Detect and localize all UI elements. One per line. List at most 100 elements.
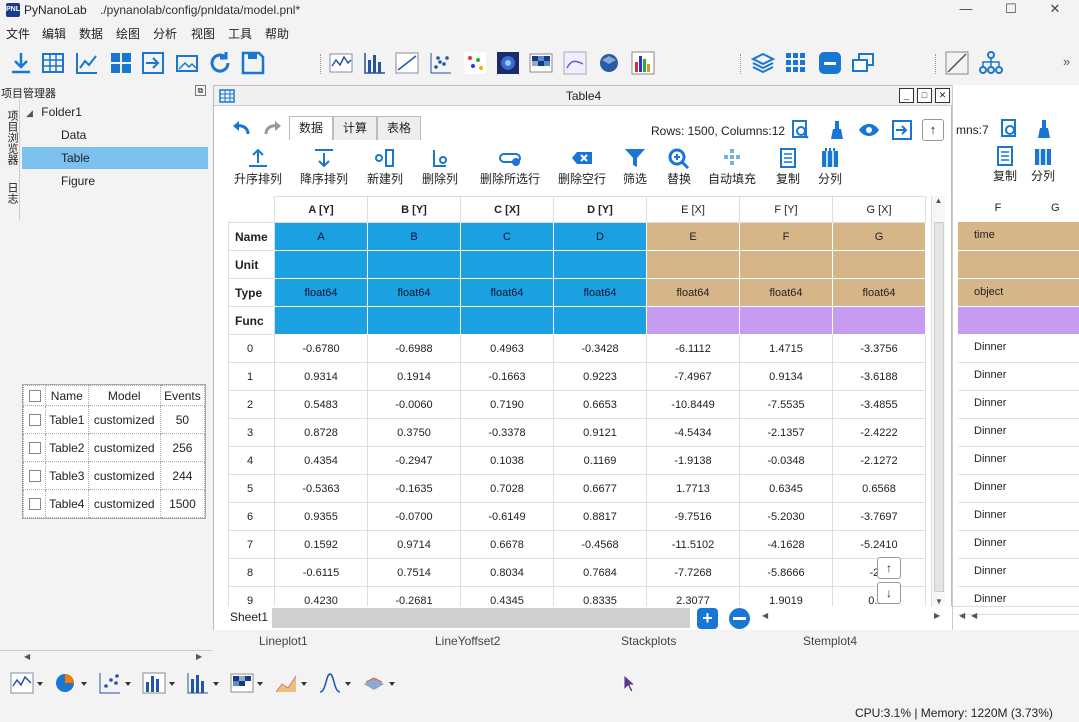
delete-selected-rows-button[interactable]: 删除所选行: [473, 146, 547, 187]
data-cell[interactable]: -0.4568: [553, 530, 647, 559]
unit-cell[interactable]: [367, 250, 461, 279]
menu-file[interactable]: 文件: [6, 25, 30, 42]
tab-log[interactable]: 日志: [4, 182, 18, 204]
menu-edit[interactable]: 编辑: [42, 25, 66, 42]
contour-icon[interactable]: [495, 50, 521, 76]
data-cell[interactable]: 0.9714: [367, 530, 461, 559]
scroll-up-arrow-icon[interactable]: ▲: [932, 196, 945, 205]
data-cell[interactable]: 0.6345: [739, 474, 833, 503]
scatter-dropdown-icon[interactable]: [98, 670, 132, 696]
data-cell[interactable]: -2.1272: [832, 446, 926, 475]
table-row[interactable]: 6 0.9355 -0.0700 -0.6149 0.8817 -9.7516 -5.203…: [228, 502, 926, 531]
data-cell[interactable]: -0.2947: [367, 446, 461, 475]
import-icon[interactable]: [8, 50, 34, 76]
layout-icon[interactable]: [108, 50, 134, 76]
col-header-e[interactable]: E [X]: [646, 196, 740, 223]
split-column-button[interactable]: 分列: [1023, 145, 1063, 184]
name-cell[interactable]: time: [958, 222, 1079, 250]
new-column-button[interactable]: 新建列: [355, 146, 415, 187]
sheet-tab[interactable]: Sheet1: [230, 610, 268, 624]
3d-dropdown-icon[interactable]: [362, 670, 396, 696]
area-dropdown-icon[interactable]: [274, 670, 308, 696]
col-header-a[interactable]: A [Y]: [274, 196, 368, 223]
tab-project-browser[interactable]: 项目浏览器: [4, 110, 18, 165]
data-cell[interactable]: 0.1169: [553, 446, 647, 475]
scroll-left-arrow-icon[interactable]: ◀: [959, 611, 965, 620]
data-cell[interactable]: -3.6188: [832, 362, 926, 391]
vertical-scrollbar[interactable]: ▲ ▼: [931, 196, 945, 606]
visibility-eye-icon[interactable]: [858, 122, 880, 138]
col-header-c[interactable]: C [X]: [460, 196, 554, 223]
data-cell[interactable]: 0.5483: [274, 390, 368, 419]
window-tab-stackplots[interactable]: Stackplots: [621, 634, 676, 648]
col-header-f[interactable]: F: [958, 202, 1038, 214]
search-table-icon[interactable]: [792, 120, 810, 140]
data-cell[interactable]: 0.8034: [460, 558, 554, 587]
scroll-left-arrow-icon[interactable]: ◀: [24, 652, 30, 661]
histogram-dropdown-icon[interactable]: [186, 670, 220, 696]
menu-plot[interactable]: 绘图: [116, 25, 140, 42]
data-cell[interactable]: -3.7697: [832, 502, 926, 531]
row-checkbox[interactable]: [28, 442, 41, 455]
histogram-icon[interactable]: [630, 50, 656, 76]
data-cell[interactable]: Dinner: [958, 559, 1079, 587]
unit-cell[interactable]: [274, 250, 368, 279]
data-cell[interactable]: -0.1635: [367, 474, 461, 503]
minus-box-icon[interactable]: [817, 50, 843, 76]
row-checkbox[interactable]: [28, 470, 41, 483]
col-header-f[interactable]: F [Y]: [739, 196, 833, 223]
tab-data[interactable]: 数据: [289, 116, 333, 140]
restore-windows-icon[interactable]: [850, 50, 876, 76]
remove-sheet-button[interactable]: [729, 608, 750, 629]
table-row[interactable]: 5 -0.5363 -0.1635 0.7028 0.6677 1.7713 0.6345 0…: [228, 474, 926, 503]
table-row[interactable]: 7 0.1592 0.9714 0.6678 -0.4568 -11.5102 -4.162…: [228, 530, 926, 559]
data-cell[interactable]: Dinner: [958, 531, 1079, 559]
data-cell[interactable]: 1.4715: [739, 334, 833, 363]
select-all-checkbox[interactable]: [28, 390, 41, 403]
data-cell[interactable]: Dinner: [958, 391, 1079, 419]
export-table-icon[interactable]: [892, 120, 912, 140]
hierarchy-icon[interactable]: [978, 50, 1004, 76]
data-cell[interactable]: -6.1112: [646, 334, 740, 363]
data-cell[interactable]: -0.0700: [367, 502, 461, 531]
undo-icon[interactable]: [230, 118, 252, 138]
unit-cell[interactable]: [553, 250, 647, 279]
col-header-g[interactable]: G [X]: [832, 196, 926, 223]
pie-dropdown-icon[interactable]: [54, 670, 88, 696]
data-cell[interactable]: -0.3378: [460, 418, 554, 447]
scatter-icon[interactable]: [428, 50, 454, 76]
save-icon[interactable]: [240, 50, 266, 76]
func-cell[interactable]: [832, 306, 926, 335]
tree-folder[interactable]: ◢ Folder1: [26, 101, 210, 123]
data-cell[interactable]: 0.4354: [274, 446, 368, 475]
data-cell[interactable]: Dinner: [958, 363, 1079, 391]
toolbar-overflow-icon[interactable]: »: [1063, 54, 1070, 69]
data-cell[interactable]: -0.6149: [460, 502, 554, 531]
window-tab-stemplot4[interactable]: Stemplot4: [803, 634, 857, 648]
type-cell[interactable]: float64: [646, 278, 740, 307]
type-cell[interactable]: float64: [460, 278, 554, 307]
data-cell[interactable]: 0.6678: [460, 530, 554, 559]
table-row[interactable]: Table4 customized 1500: [23, 489, 206, 518]
delete-column-button[interactable]: 删除列: [410, 146, 470, 187]
sheet-scroll-area[interactable]: [272, 608, 690, 628]
draw-line-icon[interactable]: [944, 50, 970, 76]
clean-brush-icon[interactable]: [1035, 119, 1053, 139]
jump-top-button[interactable]: ↑: [877, 557, 901, 579]
subwindow-minimize-button[interactable]: _: [899, 88, 914, 103]
row-checkbox[interactable]: [28, 498, 41, 511]
data-cell[interactable]: Dinner: [958, 447, 1079, 475]
window-tab-lineplot1[interactable]: Lineplot1: [259, 634, 308, 648]
name-cell[interactable]: D: [553, 222, 647, 251]
data-cell[interactable]: Dinner: [958, 335, 1079, 363]
table-row[interactable]: 4 0.4354 -0.2947 0.1038 0.1169 -1.9138 -0.0348…: [228, 446, 926, 475]
data-cell[interactable]: 0.7684: [553, 558, 647, 587]
data-cell[interactable]: -1.9138: [646, 446, 740, 475]
table-row[interactable]: 8 -0.6115 0.7514 0.8034 0.7684 -7.7268 -5.8666…: [228, 558, 926, 587]
data-cell[interactable]: 0.7028: [460, 474, 554, 503]
data-cell[interactable]: -0.1663: [460, 362, 554, 391]
data-cell[interactable]: -7.4967: [646, 362, 740, 391]
bar-dropdown-icon[interactable]: [142, 670, 176, 696]
float-panel-icon[interactable]: ⧉: [195, 85, 206, 96]
data-cell[interactable]: Dinner: [958, 503, 1079, 531]
